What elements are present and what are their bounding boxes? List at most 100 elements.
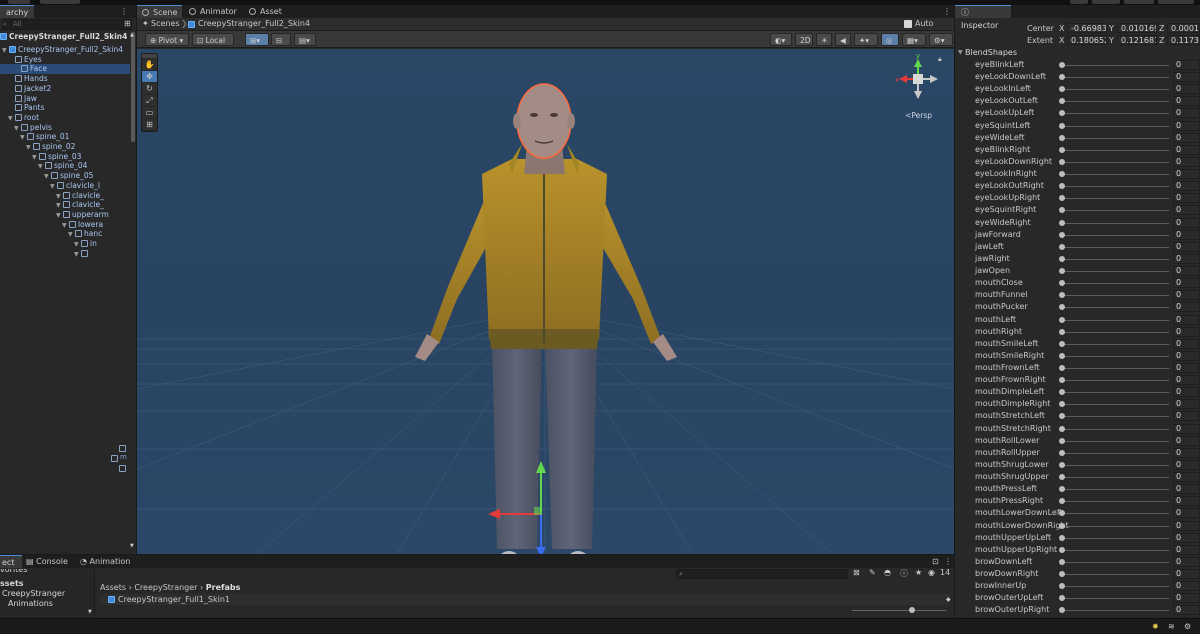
blendshape-slider-knob[interactable] <box>1059 74 1065 81</box>
hand-tool-icon[interactable]: ✋ <box>142 59 157 71</box>
blendshape-slider-knob[interactable] <box>1059 304 1065 311</box>
top-button[interactable] <box>1070 0 1088 4</box>
blendshape-value-input[interactable]: 0 <box>1173 447 1200 458</box>
breadcrumb-prefab[interactable]: CreepyStranger_Full2_Skin4 <box>198 18 310 30</box>
snap-increment-button[interactable]: ⊟ <box>271 33 291 46</box>
blendshape-slider-track[interactable] <box>1061 404 1169 406</box>
top-button[interactable] <box>1158 0 1194 4</box>
grid-snap-button[interactable]: ⊞▾ <box>245 33 269 46</box>
transform-tool-icon[interactable]: ⊞ <box>142 119 157 131</box>
blendshape-slider-track[interactable] <box>1061 149 1169 151</box>
blendshape-value-input[interactable]: 0 <box>1173 169 1200 180</box>
blendshape-value-input[interactable]: 0 <box>1173 508 1200 519</box>
blendshape-slider-track[interactable] <box>1061 198 1169 200</box>
blendshape-value-input[interactable]: 0 <box>1173 253 1200 264</box>
hierarchy-item-m[interactable]: m <box>120 453 127 461</box>
blendshape-slider-knob[interactable] <box>1059 292 1065 299</box>
search-options-icon[interactable]: ⊞ <box>124 19 131 28</box>
hierarchy-item[interactable]: ▼ hanc <box>68 229 102 239</box>
extent-y-input[interactable]: 0.121681 <box>1117 35 1157 45</box>
grid-visibility-button[interactable]: ▤▾ <box>294 33 316 46</box>
blendshape-value-input[interactable]: 0 <box>1173 144 1200 155</box>
blendshape-slider-knob[interactable] <box>1059 158 1065 165</box>
blendshape-slider-knob[interactable] <box>1059 86 1065 93</box>
blendshape-slider-track[interactable] <box>1061 586 1169 588</box>
blendshapes-foldout[interactable]: ▼ BlendShapes <box>955 47 1200 58</box>
blendshape-value-input[interactable]: 0 <box>1173 459 1200 470</box>
blendshape-value-input[interactable]: 0 <box>1173 363 1200 373</box>
blendshape-slider-knob[interactable] <box>1059 377 1065 384</box>
rotate-tool-icon[interactable]: ↻ <box>142 83 157 95</box>
tab-animation[interactable]: ◔ Animation <box>80 555 130 568</box>
tab-scene[interactable]: Scene <box>137 5 182 18</box>
hidden-objects-button[interactable]: ◎ <box>881 33 899 46</box>
blendshape-slider-track[interactable] <box>1061 513 1169 515</box>
blendshape-slider-knob[interactable] <box>1059 280 1065 287</box>
blendshape-value-input[interactable]: 0 <box>1173 593 1200 604</box>
blendshape-slider-track[interactable] <box>1061 610 1169 612</box>
center-z-input[interactable]: 0.00014 <box>1167 23 1200 33</box>
blendshape-value-input[interactable]: 0 <box>1173 266 1200 277</box>
blendshape-value-input[interactable]: 0 <box>1173 156 1200 167</box>
local-dropdown[interactable]: ⊡ Local ▾ <box>192 33 234 58</box>
blendshape-slider-knob[interactable] <box>1059 534 1065 541</box>
blendshape-slider-track[interactable] <box>1061 210 1169 212</box>
blendshape-slider-knob[interactable] <box>1059 328 1065 335</box>
blendshape-slider-knob[interactable] <box>1059 268 1065 275</box>
blendshape-slider-track[interactable] <box>1061 464 1169 466</box>
blendshape-slider-knob[interactable] <box>1059 498 1065 505</box>
path-assets[interactable]: Assets <box>100 583 126 592</box>
blendshape-slider-track[interactable] <box>1061 271 1169 273</box>
blendshape-slider-knob[interactable] <box>1059 607 1065 614</box>
blendshape-slider-knob[interactable] <box>1059 413 1065 420</box>
blendshape-slider-track[interactable] <box>1061 549 1169 551</box>
blendshape-slider-track[interactable] <box>1061 501 1169 503</box>
hierarchy-item[interactable]: ▼ clavicle_l <box>50 181 100 191</box>
scale-tool-icon[interactable]: ⤢ <box>142 95 157 107</box>
scroll-up-icon[interactable]: ▲ <box>130 32 134 38</box>
blendshape-value-input[interactable]: 0 <box>1173 205 1200 216</box>
tab-console[interactable]: ▤ Console <box>26 555 68 568</box>
blendshape-slider-track[interactable] <box>1061 283 1169 285</box>
camera-button[interactable]: ▦▾ <box>902 33 926 46</box>
blendshape-slider-track[interactable] <box>1061 489 1169 491</box>
blendshape-slider-track[interactable] <box>1061 561 1169 563</box>
tab-project[interactable]: ect <box>0 555 22 568</box>
blendshape-value-input[interactable]: 0 <box>1173 544 1200 555</box>
blendshape-slider-knob[interactable] <box>1059 474 1065 481</box>
blendshape-value-input[interactable]: 0 <box>1173 411 1200 422</box>
assets-folder[interactable]: ssets <box>0 579 24 588</box>
blendshape-slider-track[interactable] <box>1061 186 1169 188</box>
blendshape-slider-knob[interactable] <box>1059 595 1065 602</box>
blendshape-slider-knob[interactable] <box>1059 365 1065 371</box>
blendshape-slider-track[interactable] <box>1061 598 1169 600</box>
blendshape-slider-track[interactable] <box>1061 125 1169 127</box>
creepystranger-folder[interactable]: CreepyStranger <box>2 589 65 598</box>
hierarchy-item[interactable]: ▼ <box>74 249 90 259</box>
blendshape-slider-knob[interactable] <box>1059 510 1065 517</box>
blendshape-value-input[interactable]: 0 <box>1173 241 1200 252</box>
blendshape-slider-track[interactable] <box>1061 477 1169 479</box>
lock-icon[interactable]: 🔒︎ <box>938 55 942 64</box>
blendshape-value-input[interactable]: 0 <box>1173 556 1200 567</box>
blendshape-slider-knob[interactable] <box>1059 425 1065 432</box>
hierarchy-item[interactable]: ▼ lowera <box>62 220 103 230</box>
hierarchy-item[interactable]: Pants <box>8 103 44 113</box>
blendshape-value-input[interactable]: 0 <box>1173 581 1200 592</box>
lighting-button[interactable]: ☀ <box>816 33 832 46</box>
favorites-item[interactable]: vorites <box>0 569 27 574</box>
blendshape-slider-knob[interactable] <box>1059 122 1065 129</box>
hierarchy-item[interactable]: ▼ spine_05 <box>44 171 93 181</box>
zoom-slider-track[interactable] <box>852 610 946 611</box>
blendshape-slider-track[interactable] <box>1061 65 1169 66</box>
blendshape-slider-track[interactable] <box>1061 89 1169 91</box>
hierarchy-search-input[interactable]: All <box>2 19 132 30</box>
hierarchy-item[interactable]: Jacket2 <box>8 84 51 94</box>
scene-viewport[interactable]: y x ✋ ✥ ↻ ⤢ ▭ ⊞ <Persp 🔒︎ <box>137 49 954 554</box>
tab-hierarchy[interactable]: archy <box>0 5 35 18</box>
audio-button[interactable]: ◀ <box>835 33 851 46</box>
blendshape-slider-knob[interactable] <box>1059 449 1065 456</box>
blendshape-slider-knob[interactable] <box>1059 461 1065 468</box>
lock-icon[interactable]: ⋮ <box>120 7 128 16</box>
rect-tool-icon[interactable]: ▭ <box>142 107 157 119</box>
